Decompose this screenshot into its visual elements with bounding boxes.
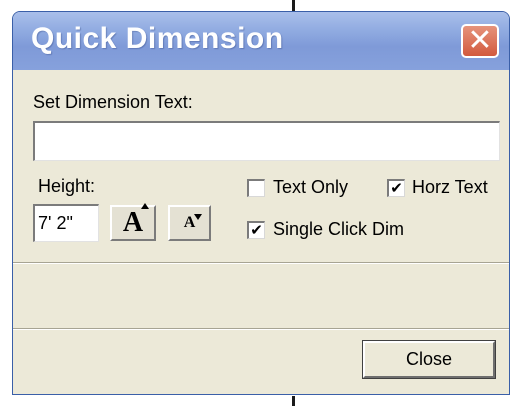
text-only-label: Text Only: [273, 177, 349, 197]
dimension-text-label: Set Dimension Text:: [33, 92, 193, 112]
decrease-font-button[interactable]: A: [168, 205, 211, 241]
increase-font-button[interactable]: A: [110, 203, 156, 241]
text-only-checkbox[interactable]: [247, 179, 265, 197]
title-bar[interactable]: Quick Dimension ✕: [13, 12, 509, 70]
divider: [13, 328, 509, 330]
decrease-font-icon: A: [184, 214, 203, 232]
height-label: Height:: [38, 176, 96, 196]
dimension-text-input[interactable]: [33, 121, 500, 161]
quick-dimension-dialog: Quick Dimension ✕ Set Dimension Text: He…: [12, 11, 510, 395]
close-button[interactable]: Close: [362, 340, 496, 379]
increase-font-icon: A: [123, 203, 150, 239]
background-line-bottom: [292, 396, 295, 406]
single-click-dim-label: Single Click Dim: [273, 219, 405, 239]
horz-text-label: Horz Text: [412, 177, 488, 197]
horz-text-checkbox[interactable]: ✔: [387, 179, 405, 197]
dialog-title: Quick Dimension: [31, 22, 284, 55]
close-icon[interactable]: ✕: [461, 24, 499, 58]
height-input[interactable]: [33, 204, 99, 242]
divider: [13, 262, 509, 264]
single-click-dim-checkbox[interactable]: ✔: [247, 221, 265, 239]
